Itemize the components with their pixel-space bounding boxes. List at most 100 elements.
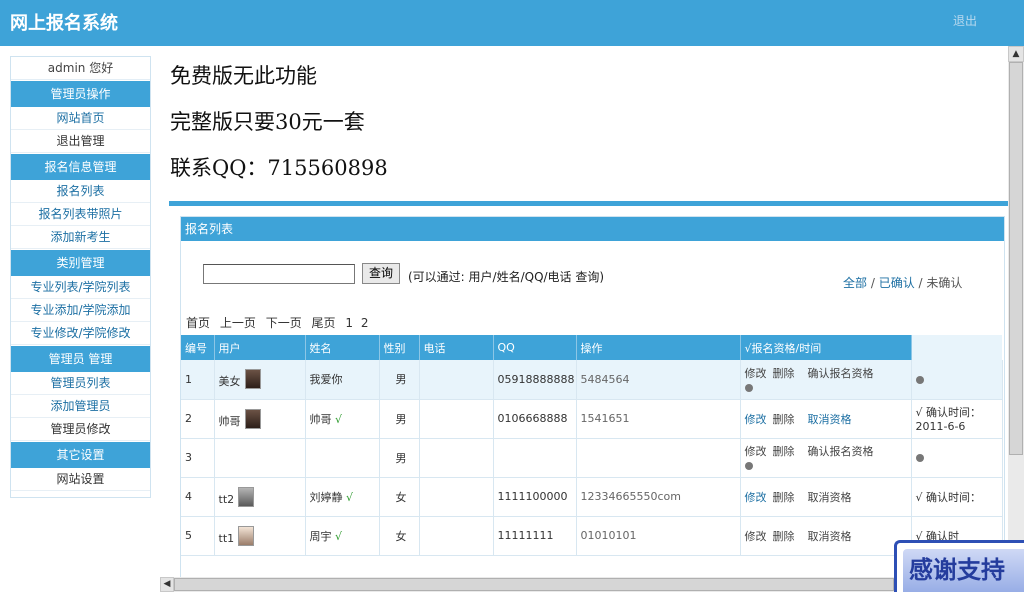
check-icon: √	[335, 529, 343, 543]
filter-confirmed[interactable]: 已确认	[879, 276, 915, 290]
col-qq: QQ	[493, 335, 577, 360]
row-op-text: 12334665550com	[576, 477, 741, 517]
pager-page-2[interactable]: 2	[361, 316, 369, 330]
row-user: tt1	[214, 516, 306, 556]
main-content: 免费版无此功能 完整版只要30元一套 联系QQ：715560898 报名列表 查…	[160, 46, 1008, 578]
row-user: 美女	[214, 360, 306, 400]
pager-last[interactable]: 尾页	[312, 316, 336, 330]
table-row: 2 帅哥 帅哥 √ 男 0106668888 1541651 修改 删除 取消资格…	[181, 399, 1003, 439]
row-user-name: tt1	[218, 531, 235, 545]
vertical-scrollbar[interactable]: ▲	[1008, 46, 1024, 578]
divider	[169, 201, 1008, 206]
sidebar-item-add-candidate[interactable]: 添加新考生	[11, 226, 150, 249]
pager-first[interactable]: 首页	[186, 316, 210, 330]
status-time: 确认时间：	[926, 490, 982, 504]
scroll-up-arrow-icon[interactable]: ▲	[1008, 46, 1024, 62]
row-status: √ 确认时间：2011-6-6	[911, 399, 1003, 439]
sidebar: admin 您好 管理员操作 网站首页 退出管理 报名信息管理 报名列表 报名列…	[10, 56, 151, 498]
edit-link[interactable]: 修改	[745, 445, 767, 458]
registration-panel: 报名列表 查询 (可以通过: 用户/姓名/QQ/电话 查询) 全部 / 已确认 …	[180, 216, 1005, 578]
filter-all[interactable]: 全部	[843, 276, 867, 290]
search-button[interactable]: 查询	[362, 263, 400, 284]
vertical-scroll-thumb[interactable]	[1009, 62, 1023, 455]
sidebar-item-registration-list[interactable]: 报名列表	[11, 180, 150, 203]
row-user: 帅哥	[214, 399, 306, 439]
edit-link[interactable]: 修改	[745, 491, 767, 504]
pager-prev[interactable]: 上一页	[220, 316, 256, 330]
row-user: tt2	[214, 477, 306, 517]
status-dot-icon	[915, 375, 924, 384]
row-id: 4	[181, 477, 215, 517]
sidebar-item-major-add[interactable]: 专业添加/学院添加	[11, 299, 150, 322]
row-actions: 修改 删除 确认报名资格	[740, 438, 912, 478]
delete-link[interactable]: 删除	[773, 445, 795, 458]
edit-link[interactable]: 修改	[745, 367, 767, 380]
sidebar-item-edit-admin[interactable]: 管理员修改	[11, 418, 150, 441]
app-title: 网上报名系统	[10, 13, 118, 34]
search-hint: (可以通过: 用户/姓名/QQ/电话 查询)	[408, 270, 605, 284]
row-name: 我爱你	[305, 360, 380, 400]
row-status	[911, 438, 1003, 478]
pager-next[interactable]: 下一页	[266, 316, 302, 330]
sidebar-section-admins: 管理员 管理	[11, 346, 150, 372]
row-actions: 修改 删除 取消资格	[740, 516, 912, 556]
row-qq: 11111111	[493, 516, 577, 556]
table-row: 3 男 修改 删除 确认报名资格	[181, 438, 1003, 478]
row-phone	[419, 399, 494, 439]
row-name: 帅哥 √	[305, 399, 380, 439]
avatar[interactable]	[244, 408, 261, 429]
sidebar-item-major-edit[interactable]: 专业修改/学院修改	[11, 322, 150, 345]
sidebar-item-registration-photos[interactable]: 报名列表带照片	[11, 203, 150, 226]
horizontal-scroll-thumb[interactable]	[174, 578, 894, 591]
row-id: 3	[181, 438, 215, 478]
row-gender: 女	[379, 477, 420, 517]
pager-page-1[interactable]: 1	[345, 316, 353, 330]
sidebar-item-site-settings[interactable]: 网站设置	[11, 468, 150, 491]
confirm-qualification-link[interactable]: 确认报名资格	[808, 367, 874, 380]
row-status	[911, 360, 1003, 400]
delete-link[interactable]: 删除	[773, 367, 795, 380]
row-gender: 男	[379, 360, 420, 400]
sidebar-item-add-admin[interactable]: 添加管理员	[11, 395, 150, 418]
logout-link[interactable]: 退出	[953, 12, 977, 29]
row-name-text: 刘婷静	[309, 490, 343, 504]
delete-link[interactable]: 删除	[773, 413, 795, 426]
filter-unconfirmed[interactable]: 未确认	[926, 276, 962, 290]
delete-link[interactable]: 删除	[773, 530, 795, 543]
table-header: 编号 用户 姓名 性别 电话 QQ 操作 √报名资格/时间	[181, 335, 1002, 360]
avatar[interactable]	[238, 525, 255, 546]
sidebar-section-other: 其它设置	[11, 442, 150, 468]
row-name: 刘婷静 √	[305, 477, 380, 517]
registration-table: 编号 用户 姓名 性别 电话 QQ 操作 √报名资格/时间 1 美女 我爱你 男	[181, 335, 1003, 556]
delete-link[interactable]: 删除	[773, 491, 795, 504]
row-phone	[419, 516, 494, 556]
cancel-qualification-link[interactable]: 取消资格	[808, 530, 852, 543]
thanks-badge-text: 感谢支持	[903, 549, 1024, 592]
cancel-qualification-link[interactable]: 取消资格	[808, 413, 852, 426]
sidebar-item-admin-list[interactable]: 管理员列表	[11, 372, 150, 395]
col-gender: 性别	[379, 335, 420, 360]
row-qq	[493, 438, 577, 478]
thanks-badge[interactable]: 感谢支持	[894, 540, 1024, 592]
avatar[interactable]	[244, 369, 261, 390]
status-filters: 全部 / 已确认 / 未确认	[843, 276, 963, 290]
confirm-qualification-link[interactable]: 确认报名资格	[808, 445, 874, 458]
sidebar-item-exit-admin[interactable]: 退出管理	[11, 130, 150, 153]
avatar[interactable]	[238, 486, 255, 507]
check-icon: √	[346, 490, 354, 504]
promo-line-free: 免费版无此功能	[170, 64, 317, 88]
horizontal-scrollbar[interactable]: ◀	[160, 577, 1008, 592]
scroll-left-arrow-icon[interactable]: ◀	[160, 577, 174, 592]
sidebar-item-major-list[interactable]: 专业列表/学院列表	[11, 276, 150, 299]
col-phone: 电话	[419, 335, 494, 360]
table-row: 4 tt2 刘婷静 √ 女 1111100000 12334665550com …	[181, 477, 1003, 517]
row-qq: 05918888888	[493, 360, 577, 400]
edit-link[interactable]: 修改	[745, 413, 767, 426]
pagination: 首页 上一页 下一页 尾页 1 2	[186, 314, 374, 331]
search-input[interactable]	[203, 264, 355, 284]
row-id: 5	[181, 516, 215, 556]
sidebar-item-site-home[interactable]: 网站首页	[11, 107, 150, 130]
col-blank	[911, 335, 1002, 360]
edit-link[interactable]: 修改	[745, 530, 767, 543]
cancel-qualification-link[interactable]: 取消资格	[808, 491, 852, 504]
